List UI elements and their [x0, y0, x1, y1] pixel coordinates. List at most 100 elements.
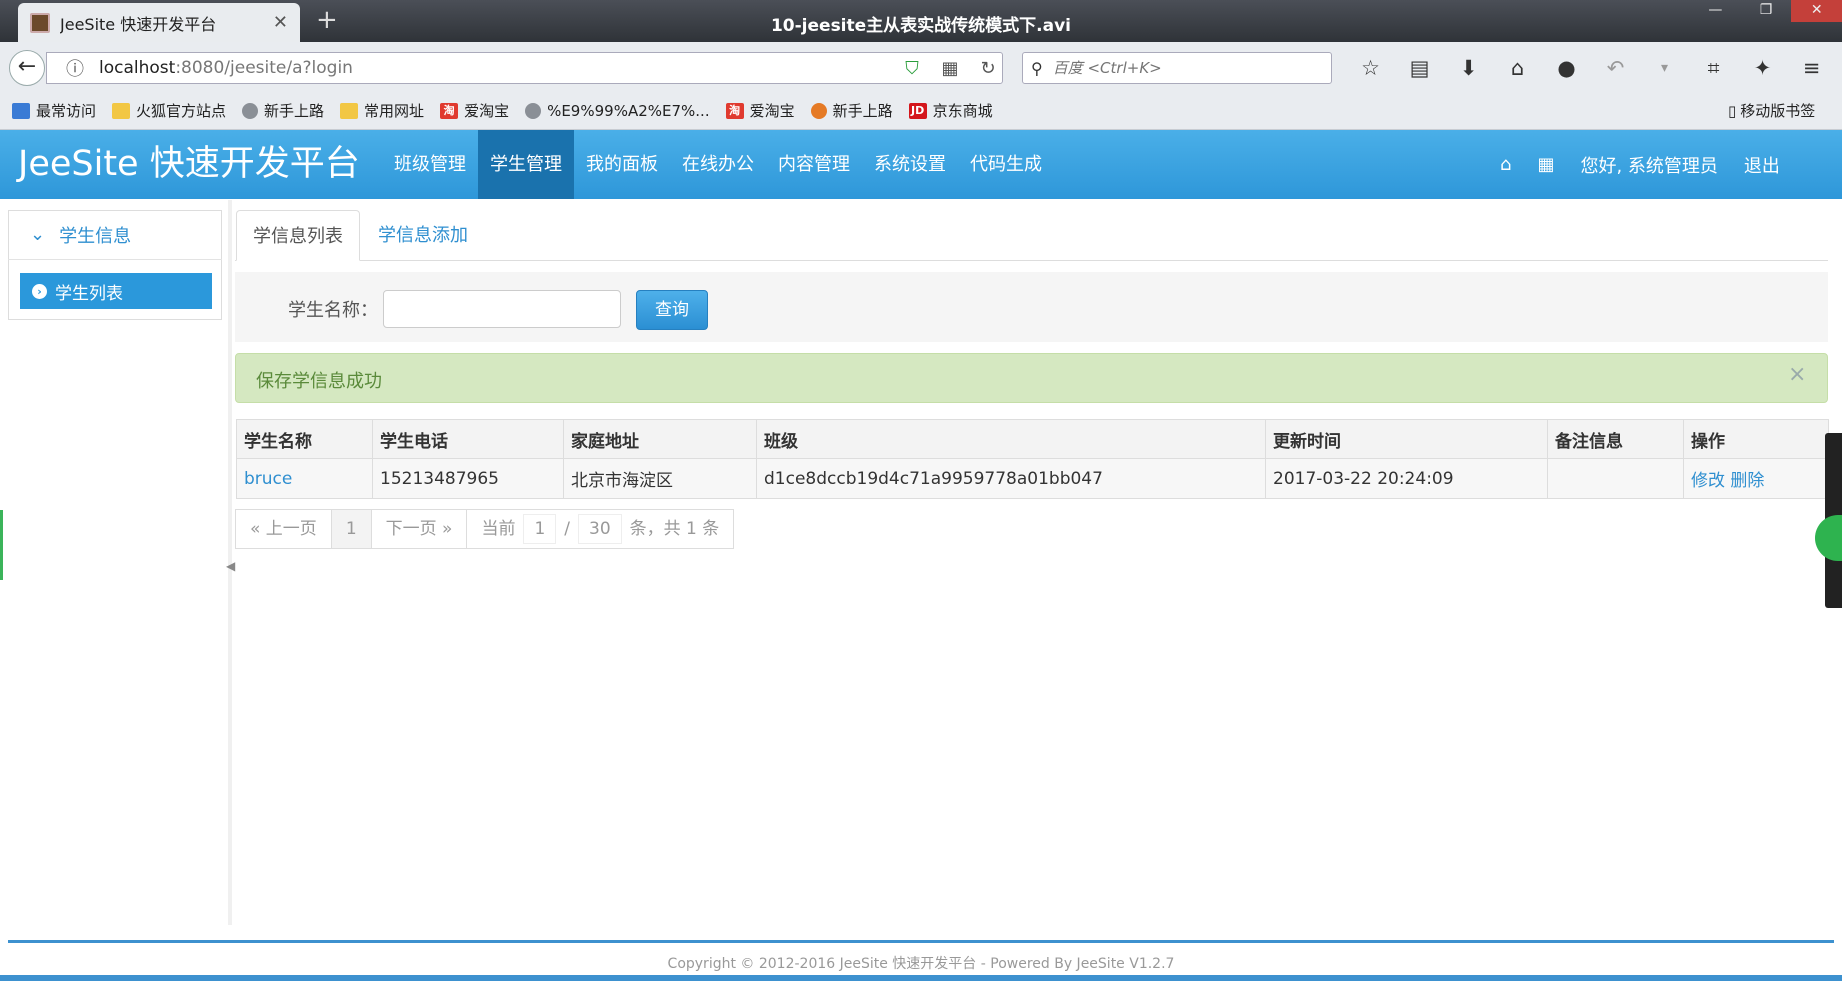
- footer-divider: [8, 940, 1834, 943]
- sidebar-item-label: 学生列表: [55, 283, 123, 304]
- jd-icon: JD: [908, 102, 927, 119]
- window-controls: — ❐ ✕: [1690, 0, 1842, 22]
- bookmark-item[interactable]: 常用网址: [340, 100, 424, 121]
- bookmark-item[interactable]: 淘爱淘宝: [725, 100, 795, 121]
- next-page-button[interactable]: 下一页 »: [370, 509, 468, 549]
- cell-name: bruce: [236, 458, 373, 499]
- url-bar[interactable]: ⓘ localhost:8080/jeesite/a?login ⛉ ▦ ↻: [46, 52, 1003, 84]
- url-text[interactable]: localhost:8080/jeesite/a?login: [99, 58, 888, 78]
- column-header: 备注信息: [1547, 419, 1684, 459]
- prev-page-button[interactable]: « 上一页: [235, 509, 332, 549]
- undo-icon[interactable]: ↶: [1591, 52, 1640, 84]
- back-button[interactable]: ←: [9, 50, 45, 86]
- window-close-icon[interactable]: ✕: [1791, 0, 1842, 22]
- firefox-icon: [810, 102, 827, 119]
- nav-item-content[interactable]: 内容管理: [766, 130, 862, 199]
- bookmark-item[interactable]: 新手上路: [810, 100, 893, 121]
- browser-search-input[interactable]: [1050, 58, 1315, 78]
- edit-link[interactable]: 修改: [1691, 471, 1725, 491]
- shield-icon[interactable]: ⛉: [898, 58, 926, 79]
- nav-item-settings[interactable]: 系统设置: [862, 130, 958, 199]
- app-brand[interactable]: JeeSite 快速开发平台: [18, 142, 360, 186]
- page-slash: /: [564, 519, 571, 539]
- taobao-icon: 淘: [725, 102, 744, 119]
- most-visited-icon: [12, 102, 30, 119]
- bookmark-item[interactable]: JD 京东商城: [908, 100, 993, 121]
- info-icon[interactable]: ⓘ: [61, 55, 89, 81]
- table-header-row: 学生名称 学生电话 家庭地址 班级 更新时间 备注信息 操作: [236, 419, 1829, 459]
- column-header: 更新时间: [1265, 419, 1548, 459]
- bookmark-item[interactable]: %E9%99%A2%E7%...: [525, 102, 710, 120]
- nav-item-dashboard[interactable]: 我的面板: [574, 130, 670, 199]
- cell-remarks: [1547, 458, 1684, 499]
- page-number-input[interactable]: 1: [523, 514, 557, 544]
- query-button[interactable]: 查询: [636, 290, 708, 330]
- toolbar-icons: ☆ ▤ ⬇ ⌂ ● ↶ ▾ ⌗ ✦ ≡: [1346, 52, 1836, 84]
- student-name-label: 学生名称：: [288, 300, 378, 321]
- student-name-input[interactable]: [383, 290, 621, 328]
- download-icon[interactable]: ⬇: [1444, 52, 1493, 84]
- logout-link[interactable]: 退出: [1744, 152, 1780, 178]
- globe-icon: [525, 102, 542, 119]
- tab-student-add[interactable]: 学信息添加: [362, 210, 484, 261]
- taobao-icon: 淘: [440, 102, 459, 119]
- globe-icon: [242, 102, 259, 119]
- bookmark-item[interactable]: 火狐官方站点: [112, 100, 226, 121]
- column-header: 学生名称: [236, 419, 373, 459]
- arrow-circle-icon: ›: [32, 283, 47, 299]
- video-title: 10-jeesite主从表实战传统模式下.avi: [770, 16, 1072, 36]
- sidebar-section-header[interactable]: ⌄ 学生信息: [8, 210, 222, 260]
- page-size-input[interactable]: 30: [578, 514, 622, 544]
- minimize-icon[interactable]: —: [1690, 0, 1741, 22]
- student-table: 学生名称 学生电话 家庭地址 班级 更新时间 备注信息 操作 bruce 152…: [236, 419, 1829, 499]
- tab-student-list[interactable]: 学信息列表: [236, 210, 360, 261]
- footer-copyright: Copyright © 2012-2016 JeeSite 快速开发平台 - P…: [667, 956, 1175, 972]
- crop-icon[interactable]: ⌗: [1689, 52, 1738, 84]
- restore-icon[interactable]: ❐: [1741, 0, 1792, 22]
- column-header: 家庭地址: [563, 419, 757, 459]
- nav-item-office[interactable]: 在线办公: [670, 130, 766, 199]
- bottom-bar: [0, 975, 1842, 981]
- column-header: 操作: [1683, 419, 1829, 459]
- bookmark-star-icon[interactable]: ☆: [1346, 52, 1395, 84]
- folder-icon: [340, 102, 359, 119]
- grid-icon[interactable]: ▦: [1537, 154, 1554, 175]
- page-info-suffix: 条，共 1 条: [629, 519, 720, 539]
- search-icon: ⚲: [1031, 58, 1043, 78]
- home-icon[interactable]: ⌂: [1493, 52, 1542, 84]
- bookmark-item[interactable]: 新手上路: [242, 100, 324, 121]
- browser-search-box[interactable]: ⚲: [1022, 52, 1332, 84]
- student-name-link[interactable]: bruce: [244, 469, 292, 489]
- nav-item-student[interactable]: 学生管理: [478, 130, 574, 199]
- dropdown-icon[interactable]: ▾: [1640, 52, 1689, 84]
- menu-icon[interactable]: ≡: [1787, 52, 1836, 84]
- mobile-bookmarks[interactable]: ▯ 移动版书签: [1728, 92, 1815, 130]
- success-alert: [235, 353, 1828, 403]
- collapse-left-icon[interactable]: ◀: [226, 559, 235, 573]
- extension-icon[interactable]: ✦: [1738, 52, 1787, 84]
- chat-icon[interactable]: ●: [1542, 52, 1591, 84]
- nav-item-class[interactable]: 班级管理: [382, 130, 478, 199]
- page-current[interactable]: 1: [330, 509, 372, 549]
- delete-link[interactable]: 删除: [1730, 471, 1764, 491]
- user-greeting[interactable]: 您好, 系统管理员: [1580, 152, 1717, 178]
- reading-list-icon[interactable]: ▤: [1395, 52, 1444, 84]
- floating-badge-icon[interactable]: [1815, 515, 1842, 561]
- page-info-prefix: 当前: [481, 519, 516, 539]
- table-row: bruce 15213487965 北京市海淀区 d1ce8dccb19d4c7…: [236, 458, 1829, 499]
- alert-close-icon[interactable]: ×: [1788, 362, 1806, 387]
- cell-updated: 2017-03-22 20:24:09: [1265, 458, 1548, 499]
- sidebar-item-student-list[interactable]: › 学生列表: [20, 273, 212, 309]
- nav-item-codegen[interactable]: 代码生成: [958, 130, 1054, 199]
- cell-phone: 15213487965: [372, 458, 564, 499]
- home-icon[interactable]: ⌂: [1500, 154, 1511, 175]
- cell-actions: 修改 删除: [1683, 458, 1829, 499]
- qr-code-icon[interactable]: ▦: [936, 58, 964, 79]
- reload-icon[interactable]: ↻: [974, 58, 1002, 79]
- cell-address: 北京市海淀区: [563, 458, 757, 499]
- page-info: 当前 1 / 30 条，共 1 条: [466, 509, 735, 549]
- bookmark-item[interactable]: 淘爱淘宝: [440, 100, 509, 121]
- main-nav: 班级管理 学生管理 我的面板 在线办公 内容管理 系统设置 代码生成: [382, 130, 1054, 199]
- bookmark-item[interactable]: 最常访问: [12, 100, 96, 121]
- pagination: « 上一页 1 下一页 » 当前 1 / 30 条，共 1 条: [235, 509, 735, 549]
